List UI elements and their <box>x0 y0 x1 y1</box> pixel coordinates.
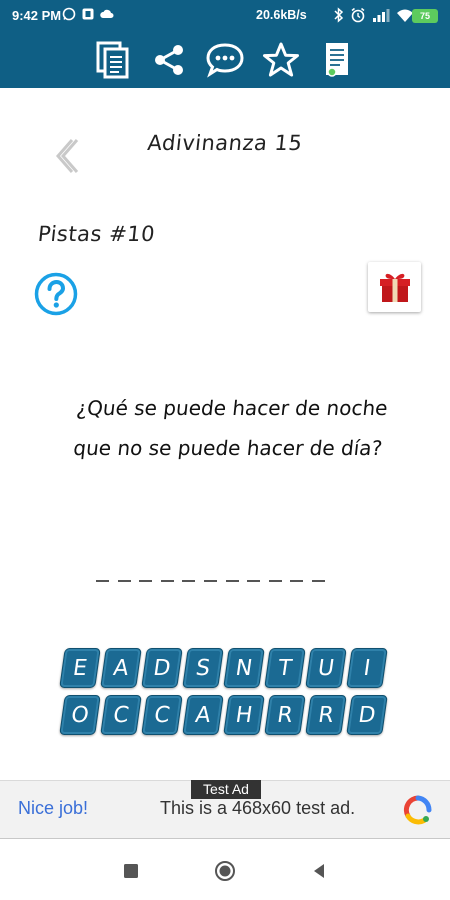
answer-blank[interactable] <box>139 580 153 582</box>
answer-blank[interactable] <box>290 580 304 582</box>
riddle-text: ¿Qué se puede hacer de noche que no se p… <box>56 388 404 468</box>
letter-key[interactable]: T <box>264 648 306 688</box>
answer-blank[interactable] <box>182 580 196 582</box>
page-title: Adivinanza 15 <box>146 131 304 155</box>
letter-key[interactable]: E <box>59 648 101 688</box>
hints-label: Pistas #10 <box>36 222 157 246</box>
system-nav-bar <box>0 840 450 900</box>
riddle-line-1: ¿Qué se puede hacer de noche <box>75 396 389 420</box>
chat-icon[interactable] <box>205 40 245 80</box>
star-icon[interactable] <box>261 40 301 80</box>
letter-key[interactable]: I <box>346 648 388 688</box>
answer-blank[interactable] <box>247 580 261 582</box>
answer-blank[interactable] <box>160 580 174 582</box>
answer-blank[interactable] <box>117 580 131 582</box>
letter-keyboard: EADSNTUI OCCAHRRD <box>59 648 390 742</box>
test-ad-tag: Test Ad <box>191 780 261 799</box>
letter-key[interactable]: A <box>100 648 142 688</box>
letter-key[interactable]: A <box>182 695 224 735</box>
answer-blank[interactable] <box>311 580 325 582</box>
riddle-line-2: que no se puede hacer de día? <box>72 436 384 460</box>
document-icon[interactable] <box>317 40 357 80</box>
recents-square-icon[interactable] <box>120 860 142 882</box>
answer-blank[interactable] <box>203 580 217 582</box>
letter-key[interactable]: R <box>264 695 306 735</box>
letter-key[interactable]: H <box>223 695 265 735</box>
status-bar: 9:42 PM 20.6kB/s 75 <box>0 0 450 32</box>
copy-icon[interactable] <box>93 40 133 80</box>
share-icon[interactable] <box>149 40 189 80</box>
question-circle-icon[interactable] <box>34 272 78 316</box>
battery-icon: 75 <box>412 9 438 23</box>
alarm-icon <box>350 7 366 26</box>
letter-key[interactable]: C <box>100 695 142 735</box>
answer-blank[interactable] <box>225 580 239 582</box>
bluetooth-icon <box>334 7 344 26</box>
letter-row-1: EADSNTUI <box>59 648 390 688</box>
answer-blank[interactable] <box>96 580 109 582</box>
ad-nice-job[interactable]: Nice job! <box>18 798 88 819</box>
cloud-icon <box>100 7 114 21</box>
admob-logo-icon[interactable] <box>402 794 434 826</box>
whatsapp-icon <box>62 7 76 21</box>
letter-row-2: OCCAHRRD <box>59 695 390 735</box>
status-time: 9:42 PM <box>12 8 62 23</box>
answer-blank[interactable] <box>268 580 282 582</box>
app-notification-icon <box>81 7 95 21</box>
letter-key[interactable]: D <box>346 695 388 735</box>
home-circle-icon[interactable] <box>214 860 236 882</box>
app-toolbar <box>0 32 450 88</box>
status-right-icons <box>334 7 414 26</box>
letter-key[interactable]: C <box>141 695 183 735</box>
letter-key[interactable]: O <box>59 695 101 735</box>
letter-key[interactable]: D <box>141 648 183 688</box>
gift-icon[interactable] <box>368 262 421 312</box>
letter-key[interactable]: R <box>305 695 347 735</box>
answer-slots[interactable] <box>96 566 325 582</box>
ad-text[interactable]: This is a 468x60 test ad. <box>160 798 355 819</box>
letter-key[interactable]: U <box>305 648 347 688</box>
signal-icon <box>372 8 390 25</box>
status-left-icons <box>62 7 114 21</box>
letter-key[interactable]: S <box>182 648 224 688</box>
letter-key[interactable]: N <box>223 648 265 688</box>
back-triangle-icon[interactable] <box>308 860 330 882</box>
network-speed: 20.6kB/s <box>256 8 307 22</box>
